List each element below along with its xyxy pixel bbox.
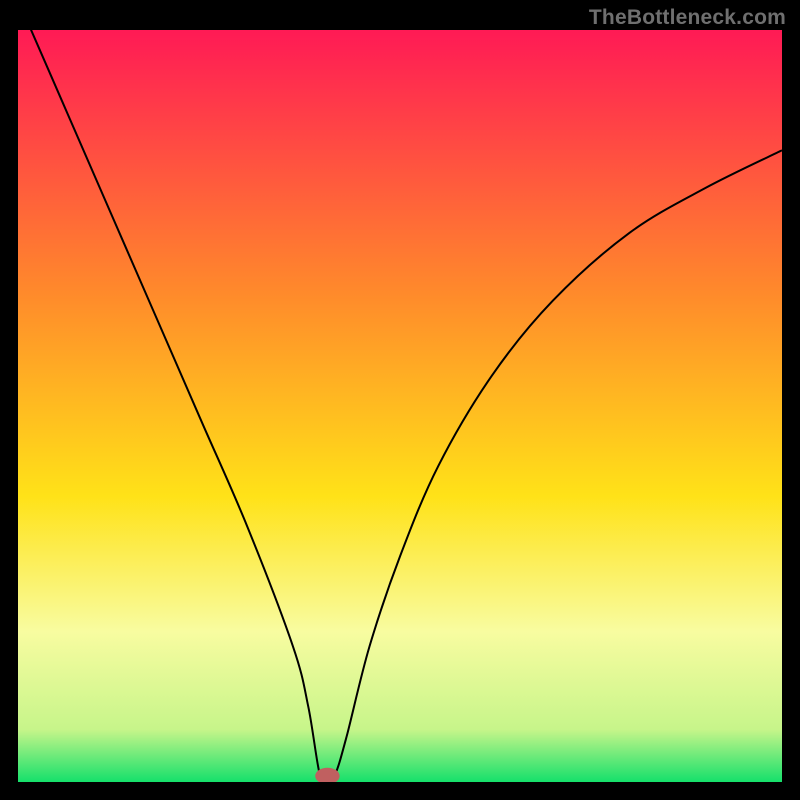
watermark-text: TheBottleneck.com (589, 6, 786, 30)
plot-area (18, 30, 782, 782)
chart-frame: TheBottleneck.com (0, 0, 800, 800)
gradient-rect (18, 30, 782, 782)
chart-svg (18, 30, 782, 782)
